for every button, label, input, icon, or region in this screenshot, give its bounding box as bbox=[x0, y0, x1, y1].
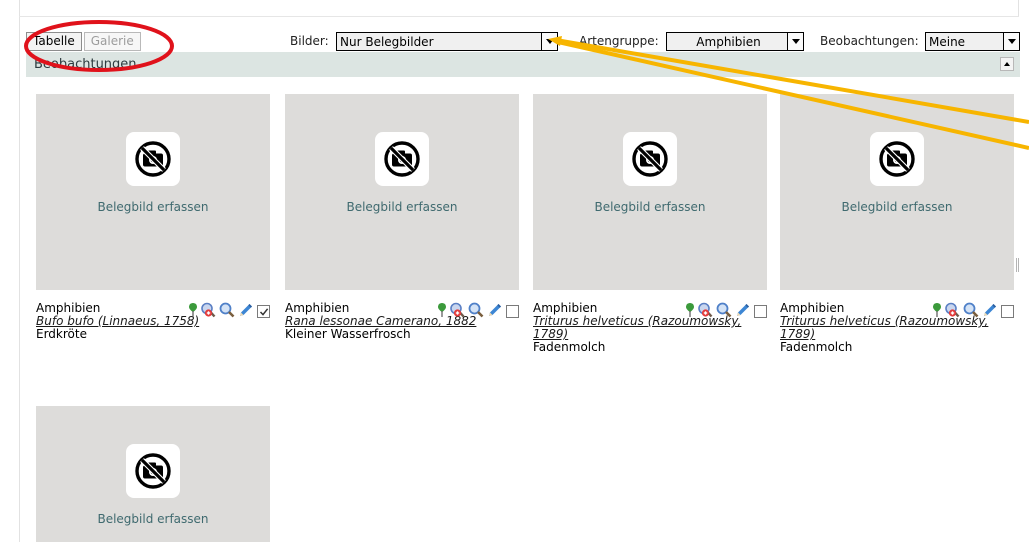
observations-filter-value: Meine bbox=[929, 34, 966, 49]
magnifier-icon[interactable] bbox=[468, 302, 484, 321]
card-info: Amphibien Bufo bufo (Linnaeus, 1758) Erd… bbox=[36, 302, 270, 341]
card-actions bbox=[686, 302, 767, 321]
map-pin-icon[interactable] bbox=[933, 303, 941, 320]
chevron-up-icon bbox=[1004, 62, 1010, 66]
card-info: Amphibien Triturus helveticus (Razoumows… bbox=[780, 302, 1014, 354]
zoom-remove-icon[interactable] bbox=[697, 302, 713, 321]
observations-filter-label: Beobachtungen: bbox=[820, 34, 919, 48]
capture-voucher-image-link[interactable]: Belegbild erfassen bbox=[533, 200, 767, 214]
chevron-down-icon[interactable] bbox=[787, 33, 803, 50]
image-placeholder[interactable]: Belegbild erfassen bbox=[780, 94, 1014, 290]
image-placeholder[interactable]: Belegbild erfassen bbox=[36, 94, 270, 290]
observation-card: Belegbild erfassen Amphibien Triturus he… bbox=[533, 94, 767, 354]
images-filter-value: Nur Belegbilder bbox=[340, 34, 434, 49]
card-actions bbox=[189, 302, 270, 321]
card-info: Amphibien Rana lessonae Camerano, 1882 K… bbox=[285, 302, 519, 341]
no-camera-icon[interactable] bbox=[126, 132, 180, 186]
magnifier-icon[interactable] bbox=[716, 302, 732, 321]
image-placeholder[interactable]: Belegbild erfassen bbox=[36, 406, 270, 542]
no-camera-icon[interactable] bbox=[623, 132, 677, 186]
observation-card: Belegbild erfassen bbox=[36, 406, 270, 542]
content-frame-left-border bbox=[19, 0, 20, 542]
capture-voucher-image-link[interactable]: Belegbild erfassen bbox=[36, 512, 270, 526]
image-placeholder[interactable]: Belegbild erfassen bbox=[533, 94, 767, 290]
no-camera-icon[interactable] bbox=[870, 132, 924, 186]
observation-card: Belegbild erfassen Amphibien Rana lesson… bbox=[285, 94, 519, 341]
section-title: Beobachtungen bbox=[34, 57, 137, 72]
zoom-remove-icon[interactable] bbox=[200, 302, 216, 321]
common-name: Fadenmolch bbox=[533, 340, 606, 354]
card-info: Amphibien Triturus helveticus (Razoumows… bbox=[533, 302, 767, 354]
map-pin-icon[interactable] bbox=[686, 303, 694, 320]
view-table-button[interactable]: Tabelle bbox=[26, 32, 82, 51]
common-name: Fadenmolch bbox=[780, 340, 853, 354]
content-frame-top-border bbox=[19, 16, 1019, 17]
chevron-down-icon[interactable] bbox=[541, 33, 557, 50]
scrollbar-grip[interactable] bbox=[1016, 258, 1019, 272]
card-actions bbox=[933, 302, 1014, 321]
species-group-select[interactable]: Amphibien bbox=[666, 32, 804, 51]
species-group-label: Artengruppe: bbox=[579, 34, 659, 48]
no-camera-icon[interactable] bbox=[375, 132, 429, 186]
pencil-icon[interactable] bbox=[487, 302, 503, 321]
card-actions bbox=[438, 302, 519, 321]
pencil-icon[interactable] bbox=[982, 302, 998, 321]
observation-card: Belegbild erfassen Amphibien Triturus he… bbox=[780, 94, 1014, 354]
map-pin-icon[interactable] bbox=[189, 303, 197, 320]
species-group-value: Amphibien bbox=[696, 34, 761, 49]
capture-voucher-image-link[interactable]: Belegbild erfassen bbox=[285, 200, 519, 214]
pencil-icon[interactable] bbox=[735, 302, 751, 321]
zoom-remove-icon[interactable] bbox=[944, 302, 960, 321]
select-checkbox[interactable] bbox=[754, 305, 767, 318]
observations-section-header: Beobachtungen bbox=[26, 52, 1020, 77]
magnifier-icon[interactable] bbox=[963, 302, 979, 321]
capture-voucher-image-link[interactable]: Belegbild erfassen bbox=[36, 200, 270, 214]
gallery-toolbar: Tabelle Galerie Bilder: Nur Belegbilder … bbox=[26, 32, 1024, 52]
magnifier-icon[interactable] bbox=[219, 302, 235, 321]
chevron-down-icon[interactable] bbox=[1003, 33, 1019, 50]
collapse-section-button[interactable] bbox=[1000, 57, 1014, 71]
view-gallery-button[interactable]: Galerie bbox=[83, 32, 141, 51]
observations-filter-select[interactable]: Meine bbox=[925, 32, 1020, 51]
content-frame-right-border bbox=[1018, 0, 1019, 16]
common-name: Kleiner Wasserfrosch bbox=[285, 327, 411, 341]
observation-card: Belegbild erfassen Amphibien Bufo bufo (… bbox=[36, 94, 270, 341]
pencil-icon[interactable] bbox=[238, 302, 254, 321]
capture-voucher-image-link[interactable]: Belegbild erfassen bbox=[780, 200, 1014, 214]
select-checkbox-checked[interactable] bbox=[257, 305, 270, 318]
images-filter-label: Bilder: bbox=[290, 34, 329, 48]
map-pin-icon[interactable] bbox=[438, 303, 446, 320]
view-toggle: Tabelle Galerie bbox=[26, 32, 141, 51]
common-name: Erdkröte bbox=[36, 327, 87, 341]
select-checkbox[interactable] bbox=[1001, 305, 1014, 318]
image-placeholder[interactable]: Belegbild erfassen bbox=[285, 94, 519, 290]
images-filter-select[interactable]: Nur Belegbilder bbox=[336, 32, 558, 51]
zoom-remove-icon[interactable] bbox=[449, 302, 465, 321]
no-camera-icon[interactable] bbox=[126, 444, 180, 498]
select-checkbox[interactable] bbox=[506, 305, 519, 318]
